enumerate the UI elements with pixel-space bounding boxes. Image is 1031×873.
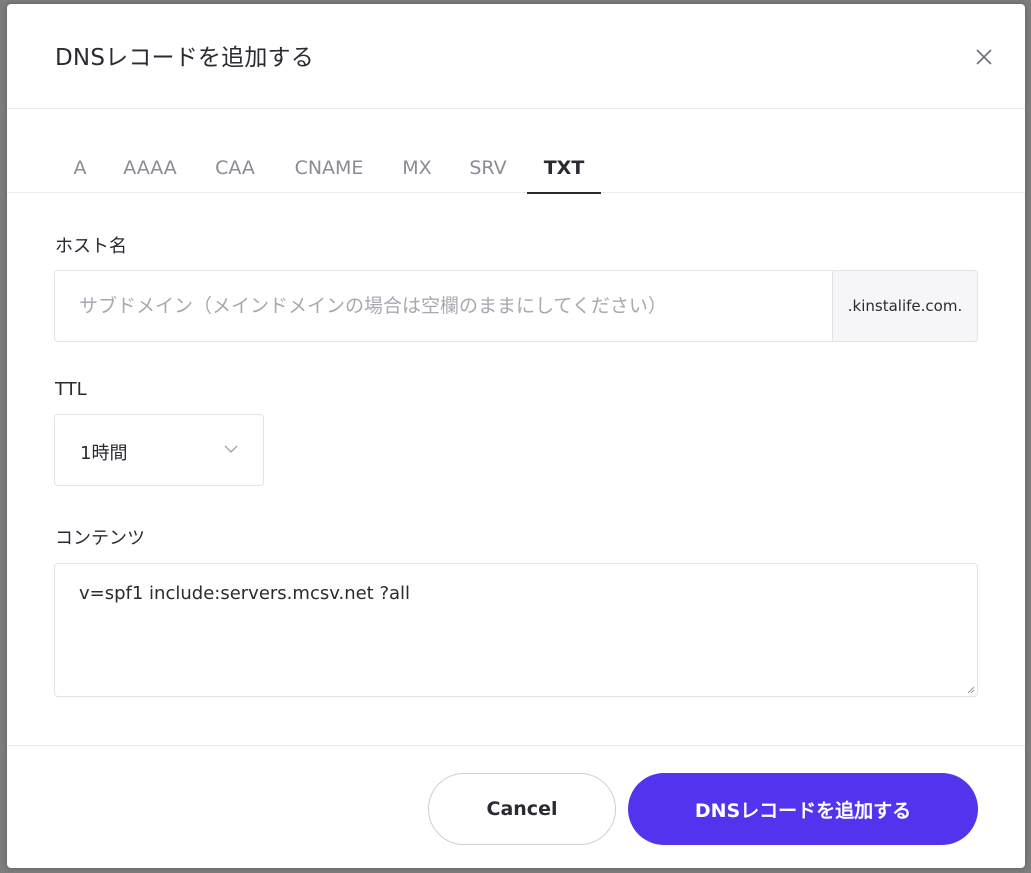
dialog-title: DNSレコードを追加する: [55, 45, 314, 71]
tab-mx[interactable]: MX: [399, 157, 435, 193]
close-button[interactable]: [969, 42, 999, 72]
add-dns-record-button[interactable]: DNSレコードを追加する: [628, 773, 978, 845]
add-dns-record-dialog: DNSレコードを追加する A AAAA CAA CNAME MX SRV TXT…: [7, 4, 1025, 868]
tab-cname[interactable]: CNAME: [290, 157, 368, 193]
tab-srv[interactable]: SRV: [466, 157, 510, 193]
resize-handle-icon[interactable]: [965, 684, 975, 694]
tab-txt[interactable]: TXT: [527, 157, 601, 194]
ttl-label: TTL: [55, 379, 87, 400]
host-name-label: ホスト名: [55, 236, 127, 257]
chevron-down-icon: [224, 445, 238, 453]
content-label: コンテンツ: [55, 528, 145, 549]
record-type-tabs: A AAAA CAA CNAME MX SRV TXT: [7, 109, 1025, 194]
tab-caa[interactable]: CAA: [212, 157, 258, 193]
content-textarea[interactable]: v=spf1 include:servers.mcsv.net ?all: [54, 563, 978, 697]
ttl-select[interactable]: 1時間: [54, 414, 264, 486]
host-name-input[interactable]: [55, 271, 832, 341]
ttl-selected-value: 1時間: [80, 443, 128, 464]
dialog-header: DNSレコードを追加する: [7, 4, 1025, 109]
dialog-footer: Cancel DNSレコードを追加する: [7, 745, 1025, 868]
close-icon: [976, 49, 992, 65]
content-value: v=spf1 include:servers.mcsv.net ?all: [79, 583, 411, 604]
cancel-button[interactable]: Cancel: [428, 773, 616, 845]
tab-aaaa[interactable]: AAAA: [120, 157, 180, 193]
tab-a[interactable]: A: [71, 157, 89, 193]
domain-suffix: .kinstalife.com.: [832, 271, 977, 341]
host-name-field-group: .kinstalife.com.: [54, 270, 978, 342]
